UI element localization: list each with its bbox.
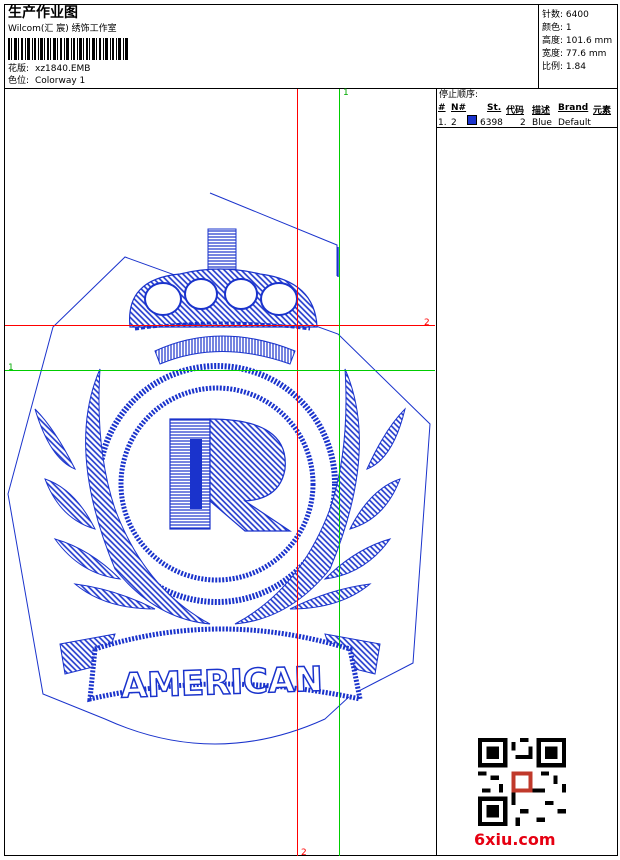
guide-label-top: 1 xyxy=(343,88,349,98)
guide-label-left: 1 xyxy=(8,363,14,373)
qr-code-image xyxy=(478,738,566,826)
guide-line-red-vertical xyxy=(297,89,298,856)
column-header-index: # xyxy=(438,103,446,113)
guide-line-red-horizontal xyxy=(5,325,435,326)
row-description: Blue xyxy=(532,118,552,128)
ratio-label: 比例: xyxy=(542,62,564,72)
guide-label-right: 2 xyxy=(424,318,430,328)
stop-sequence-label: 停止顺序: xyxy=(439,90,479,100)
row-brand: Default xyxy=(558,118,591,128)
embroidery-design: AMERICAN xyxy=(7,192,431,745)
row-index: 1. xyxy=(438,118,447,128)
height-value: 101.6 mm xyxy=(565,36,613,46)
ribbon-banner: AMERICAN xyxy=(59,626,381,707)
column-header-code: 代码 xyxy=(506,106,525,116)
column-header-description: 描述 xyxy=(532,106,551,116)
colors-value: 1 xyxy=(565,23,572,33)
page-title: 生产作业图 xyxy=(8,5,78,21)
panel-divider xyxy=(436,88,437,856)
colorway-value: Colorway 1 xyxy=(35,76,86,86)
colorway-label: 色位: xyxy=(8,76,30,86)
crown-motif xyxy=(129,228,318,365)
ratio-value: 1.84 xyxy=(565,62,586,72)
column-header-element: 元素 xyxy=(593,106,612,116)
design-file-name: xz1840.EMB xyxy=(35,64,91,74)
guide-line-green-horizontal xyxy=(5,370,435,371)
stitches-label: 针数: xyxy=(542,10,564,20)
row-needle: 2 xyxy=(451,118,457,128)
barcode-image xyxy=(8,38,128,60)
company-name: Wilcom(汇 宸) 绣饰工作室 xyxy=(8,24,117,34)
thread-color-swatch xyxy=(467,115,477,125)
column-header-needle: N# xyxy=(451,103,467,113)
width-value: 77.6 mm xyxy=(565,49,607,59)
column-header-stitches: St. xyxy=(487,103,502,113)
stitches-value: 6400 xyxy=(565,10,589,20)
guide-label-bottom: 2 xyxy=(301,848,307,858)
stats-divider xyxy=(538,4,539,88)
width-label: 宽度: xyxy=(542,49,564,59)
row-stitches: 6398 xyxy=(480,118,503,128)
guide-line-green-vertical xyxy=(339,89,340,856)
watermark-text: 6xiu.com xyxy=(474,830,556,849)
colors-label: 颜色: xyxy=(542,23,564,33)
banner-text: AMERICAN xyxy=(120,659,323,706)
column-header-brand: Brand xyxy=(558,103,589,113)
row-code: 2 xyxy=(520,118,526,128)
height-label: 高度: xyxy=(542,36,564,46)
monogram-letter xyxy=(169,418,292,532)
design-file-label: 花版: xyxy=(8,64,30,74)
